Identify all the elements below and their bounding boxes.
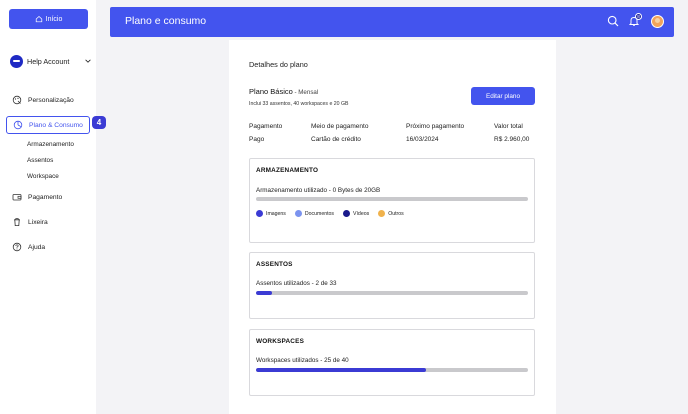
legend-dot — [378, 210, 386, 217]
column-value: 16/03/2024 — [406, 136, 439, 143]
account-logo — [10, 54, 23, 68]
search-icon[interactable] — [607, 15, 619, 27]
legend-label: Imagens — [266, 210, 286, 217]
sidebar-item-personalizacao[interactable]: Personalização — [12, 95, 74, 105]
storage-panel: ARMAZENAMENTO Armazenamento utilizado - … — [249, 158, 535, 243]
legend-label: Vídeos — [353, 210, 370, 217]
sidebar-item-label: Personalização — [28, 96, 74, 104]
pie-chart-icon — [13, 120, 23, 130]
sidebar-item-label: Lixeira — [28, 218, 48, 226]
workspaces-progress-fill — [256, 368, 426, 372]
legend-dot — [343, 210, 351, 217]
seats-panel: ASSENTOS Assentos utilizados - 2 de 33 — [249, 252, 535, 319]
column-header: Meio de pagamento — [311, 123, 369, 130]
panel-title: ARMAZENAMENTO — [256, 167, 319, 174]
column-value: R$ 2.960,00 — [494, 136, 530, 143]
sidebar-item-ajuda[interactable]: Ajuda — [12, 242, 45, 252]
chevron-down-icon — [85, 59, 91, 63]
sidebar-item-label: Pagamento — [28, 193, 63, 201]
payment-method-column: Meio de pagamento Cartão de crédito — [311, 123, 368, 143]
sidebar-subitem-armazenamento[interactable]: Armazenamento — [27, 141, 74, 148]
workspaces-usage-label: Workspaces utilizados - 25 de 40 — [256, 357, 349, 364]
legend-dot — [256, 210, 263, 217]
storage-legend: Imagens Documentos Vídeos Outros — [256, 210, 404, 217]
total-value-column: Valor total R$ 2.960,00 — [494, 123, 529, 143]
legend-label: Outros — [388, 210, 404, 217]
plan-frequency: - Mensal — [292, 89, 319, 96]
seats-progress-fill — [256, 291, 273, 295]
column-header: Pagamento — [249, 123, 283, 130]
trash-icon — [14, 218, 20, 226]
sidebar-subitem-assentos[interactable]: Assentos — [27, 157, 53, 164]
sidebar-item-label: Ajuda — [28, 243, 46, 251]
payment-status-column: Pagamento Pago — [249, 123, 282, 143]
sidebar: Início Help Account Personalização Plano… — [0, 0, 106, 414]
edit-plan-button[interactable]: Editar plano — [471, 87, 535, 105]
plan-name: Plano Básico - Mensal — [249, 87, 318, 96]
workspaces-progress-bar — [256, 368, 528, 372]
notification-count-badge: 8 — [635, 13, 642, 20]
help-icon — [12, 242, 22, 252]
workspaces-panel: WORKSPACES Workspaces utilizados - 25 de… — [249, 329, 535, 396]
home-button[interactable]: Início — [9, 9, 88, 29]
account-selector[interactable]: Help Account — [10, 54, 92, 68]
column-header: Valor total — [494, 123, 523, 130]
column-value: Cartão de crédito — [311, 136, 361, 143]
plan-name-text: Plano Básico — [249, 87, 293, 96]
next-payment-column: Próximo pagamento 16/03/2024 — [406, 123, 464, 143]
legend-label: Documentos — [304, 210, 335, 217]
sidebar-item-lixeira[interactable]: Lixeira — [12, 217, 48, 227]
seats-usage-label: Assentos utilizados - 2 de 33 — [256, 280, 337, 287]
seats-progress-bar — [256, 291, 528, 295]
palette-icon — [12, 95, 22, 105]
sidebar-item-label: Plano & Consumo — [29, 121, 83, 129]
sidebar-subitem-workspace[interactable]: Workspace — [27, 173, 59, 180]
legend-item-videos: Vídeos — [343, 210, 369, 217]
legend-item-outros: Outros — [378, 210, 404, 217]
page-title: Plano e consumo — [125, 15, 207, 27]
sidebar-item-pagamento[interactable]: Pagamento — [12, 192, 62, 202]
avatar[interactable] — [651, 15, 664, 28]
legend-dot — [294, 210, 302, 217]
legend-item-imagens: Imagens — [256, 210, 286, 217]
panel-title: ASSENTOS — [256, 261, 293, 268]
column-header: Próximo pagamento — [406, 123, 465, 130]
wallet-icon — [12, 194, 22, 201]
plan-details-card: Detalhes do plano Plano Básico - Mensal … — [229, 40, 556, 414]
plan-description: Inclui 33 assentos, 40 workspaces e 20 G… — [249, 101, 349, 107]
panel-title: WORKSPACES — [256, 338, 305, 345]
storage-progress-bar — [256, 197, 528, 201]
column-value: Pago — [249, 136, 265, 143]
section-title: Detalhes do plano — [249, 60, 308, 69]
legend-item-documentos: Documentos — [294, 210, 335, 217]
sidebar-item-plano-consumo[interactable]: Plano & Consumo — [6, 116, 90, 134]
storage-usage-label: Armazenamento utilizado - 0 Bytes de 20G… — [256, 187, 381, 194]
home-label: Início — [45, 15, 63, 23]
top-header: Plano e consumo 8 — [110, 7, 674, 37]
home-icon — [35, 15, 42, 23]
step-badge: 4 — [92, 116, 106, 129]
account-name: Help Account — [27, 56, 70, 66]
